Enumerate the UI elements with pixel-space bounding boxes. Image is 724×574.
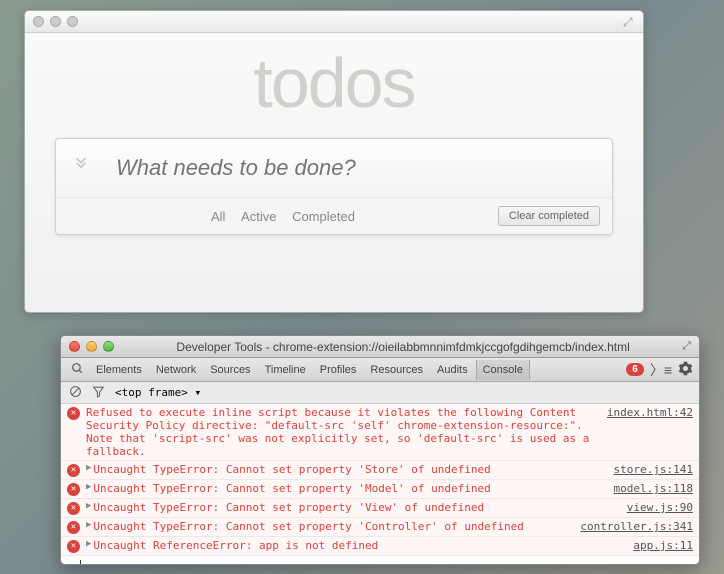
close-button[interactable] bbox=[33, 16, 44, 27]
error-message: Uncaught TypeError: Cannot set property … bbox=[93, 463, 605, 476]
console-error-row: ✕ ▶Uncaught TypeError: Cannot set propert… bbox=[61, 461, 699, 480]
close-button[interactable] bbox=[69, 341, 80, 352]
frame-selector[interactable]: <top frame> ▾ bbox=[115, 386, 201, 399]
disclosure-icon[interactable]: ▶ bbox=[86, 482, 91, 492]
new-todo-input[interactable] bbox=[106, 139, 612, 197]
app-title: todos bbox=[55, 43, 613, 123]
devtools-title: Developer Tools - chrome-extension://oie… bbox=[124, 340, 682, 354]
disclosure-icon[interactable]: ▶ bbox=[86, 539, 91, 549]
error-message: Uncaught TypeError: Cannot set property … bbox=[93, 520, 572, 533]
todo-footer: All Active Completed Clear completed bbox=[56, 198, 612, 234]
gear-icon[interactable] bbox=[678, 361, 693, 379]
filter-bar: All Active Completed bbox=[68, 209, 498, 224]
tab-audits[interactable]: Audits bbox=[431, 360, 474, 380]
zoom-button[interactable] bbox=[67, 16, 78, 27]
error-source[interactable]: model.js:118 bbox=[614, 482, 693, 495]
tab-console[interactable]: Console bbox=[476, 360, 530, 380]
prompt-icon: › bbox=[67, 559, 74, 564]
dock-icon[interactable]: 〉≡ bbox=[650, 360, 672, 380]
disclosure-icon[interactable]: ▶ bbox=[86, 520, 91, 530]
console-output: ✕ Refused to execute inline script becaus… bbox=[61, 404, 699, 564]
tab-elements[interactable]: Elements bbox=[90, 360, 148, 380]
app-titlebar[interactable]: ⤢ bbox=[25, 11, 643, 33]
clear-completed-button[interactable]: Clear completed bbox=[498, 206, 600, 226]
todo-container: All Active Completed Clear completed bbox=[55, 138, 613, 235]
cursor bbox=[80, 560, 81, 565]
window-controls bbox=[33, 16, 78, 27]
devtools-titlebar[interactable]: Developer Tools - chrome-extension://oie… bbox=[61, 336, 699, 358]
expand-icon[interactable]: ⤢ bbox=[623, 15, 635, 27]
error-count-badge[interactable]: 6 bbox=[626, 363, 644, 376]
disclosure-icon[interactable]: ▶ bbox=[86, 463, 91, 473]
error-icon: ✕ bbox=[67, 407, 80, 420]
error-message: Uncaught ReferenceError: app is not defi… bbox=[93, 539, 625, 552]
error-icon: ✕ bbox=[67, 502, 80, 515]
tab-resources[interactable]: Resources bbox=[364, 360, 429, 380]
minimize-button[interactable] bbox=[50, 16, 61, 27]
error-source[interactable]: view.js:90 bbox=[627, 501, 693, 514]
error-message: Uncaught TypeError: Cannot set property … bbox=[93, 501, 618, 514]
console-toolbar: <top frame> ▾ bbox=[61, 382, 699, 404]
error-message: Refused to execute inline script because… bbox=[86, 406, 599, 458]
tab-network[interactable]: Network bbox=[150, 360, 202, 380]
filter-completed[interactable]: Completed bbox=[292, 209, 355, 224]
app-window: ⤢ todos All Active Completed Clear compl… bbox=[24, 10, 644, 313]
tab-timeline[interactable]: Timeline bbox=[259, 360, 312, 380]
app-body: todos All Active Completed Clear complet… bbox=[25, 33, 643, 312]
tab-sources[interactable]: Sources bbox=[204, 360, 256, 380]
toggle-all-icon[interactable] bbox=[56, 144, 106, 192]
filter-icon[interactable] bbox=[92, 385, 105, 401]
todo-input-row bbox=[56, 139, 612, 198]
devtools-tabs: Elements Network Sources Timeline Profil… bbox=[61, 358, 699, 382]
filter-all[interactable]: All bbox=[211, 209, 225, 224]
minimize-button[interactable] bbox=[86, 341, 97, 352]
zoom-button[interactable] bbox=[103, 341, 114, 352]
clear-console-icon[interactable] bbox=[69, 385, 82, 401]
search-icon[interactable] bbox=[67, 362, 88, 378]
disclosure-icon[interactable]: ▶ bbox=[86, 501, 91, 511]
tab-profiles[interactable]: Profiles bbox=[314, 360, 363, 380]
error-source[interactable]: app.js:11 bbox=[633, 539, 693, 552]
error-icon: ✕ bbox=[67, 521, 80, 534]
console-error-row: ✕ ▶Uncaught TypeError: Cannot set propert… bbox=[61, 480, 699, 499]
devtools-window: Developer Tools - chrome-extension://oie… bbox=[60, 335, 700, 565]
console-prompt[interactable]: › bbox=[61, 556, 699, 564]
error-message: Uncaught TypeError: Cannot set property … bbox=[93, 482, 605, 495]
error-icon: ✕ bbox=[67, 483, 80, 496]
error-source[interactable]: store.js:141 bbox=[614, 463, 693, 476]
error-source[interactable]: index.html:42 bbox=[607, 406, 693, 419]
console-error-row: ✕ Refused to execute inline script becaus… bbox=[61, 404, 699, 461]
error-icon: ✕ bbox=[67, 540, 80, 553]
console-error-row: ✕ ▶Uncaught TypeError: Cannot set propert… bbox=[61, 518, 699, 537]
console-error-row: ✕ ▶Uncaught ReferenceError: app is not de… bbox=[61, 537, 699, 556]
window-controls bbox=[69, 341, 114, 352]
error-icon: ✕ bbox=[67, 464, 80, 477]
console-error-row: ✕ ▶Uncaught TypeError: Cannot set propert… bbox=[61, 499, 699, 518]
error-source[interactable]: controller.js:341 bbox=[580, 520, 693, 533]
expand-icon[interactable]: ⤢ bbox=[682, 340, 691, 353]
filter-active[interactable]: Active bbox=[241, 209, 276, 224]
